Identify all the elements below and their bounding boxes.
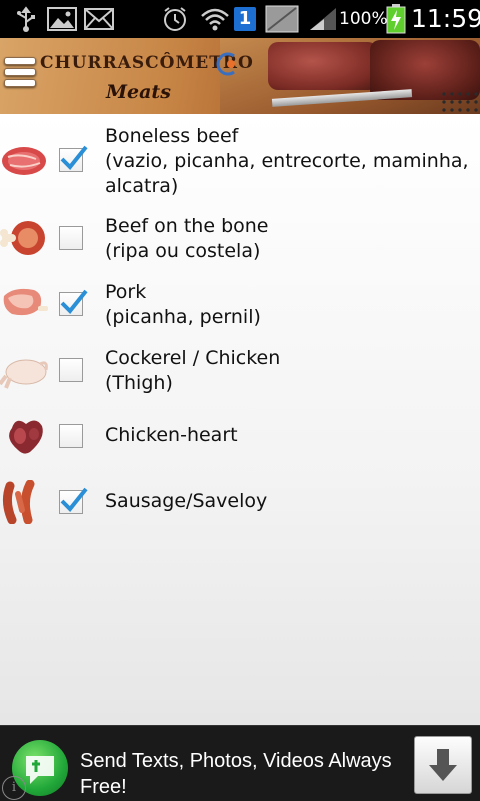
item-label: Cockerel / Chicken (Thigh) (105, 346, 280, 396)
item-detail: (vazio, picanha, entrecorte, maminha, (105, 150, 469, 172)
item-label: Boneless beef (vazio, picanha, entrecort… (105, 124, 469, 199)
mail-icon (84, 8, 114, 30)
item-label: Chicken-heart (105, 423, 238, 448)
meat-list: Boneless beef (vazio, picanha, entrecort… (0, 114, 480, 725)
list-item-boneless-beef[interactable]: Boneless beef (vazio, picanha, entrecort… (0, 124, 480, 204)
alarm-icon (164, 7, 186, 31)
app-header: CHURRASCÔMETRO Meats (0, 38, 480, 114)
beef-bone-icon (0, 221, 45, 255)
sausage-icon (2, 480, 35, 524)
ad-text[interactable]: Send Texts, Photos, Videos Always Free! (80, 748, 400, 800)
battery-percent: 100% (339, 9, 388, 29)
status-bar: 1 100% 11:59 (0, 0, 480, 38)
item-label: Pork (picanha, pernil) (105, 280, 261, 330)
clock: 11:59 (411, 4, 480, 33)
menu-button[interactable] (4, 54, 36, 88)
menu-icon-bar (4, 79, 36, 87)
usb-icon (17, 6, 35, 32)
list-item-beef-on-the-bone[interactable]: Beef on the bone (ripa ou costela) (0, 214, 480, 266)
chicken-heart-icon (9, 420, 43, 454)
checkmark-icon (60, 289, 88, 314)
item-title: Boneless beef (105, 125, 239, 147)
item-title: Beef on the bone (105, 215, 269, 237)
list-item-sausage[interactable]: Sausage/Saveloy (0, 478, 480, 530)
no-signal-icon (265, 5, 299, 33)
checkbox-pork[interactable] (59, 289, 88, 316)
wifi-icon (201, 8, 229, 31)
gallery-icon (47, 7, 77, 31)
item-detail: alcatra) (105, 175, 179, 197)
sim-icon: 1 (234, 7, 256, 31)
battery-charging-icon (386, 4, 406, 34)
beef-steak-icon (2, 147, 46, 175)
item-detail: (Thigh) (105, 372, 173, 394)
peppercorns-decoration (440, 90, 480, 114)
item-label: Sausage/Saveloy (105, 489, 267, 514)
menu-icon-bar (4, 68, 36, 76)
ad-info-icon[interactable]: i (2, 776, 26, 800)
list-item-chicken-heart[interactable]: Chicken-heart (0, 412, 480, 464)
meat-decoration (268, 42, 378, 90)
ad-banner[interactable]: Send Texts, Photos, Videos Always Free! … (0, 725, 480, 801)
checkbox-boneless-beef[interactable] (59, 145, 88, 172)
screen-title: Meats (106, 81, 171, 103)
checkbox-chicken[interactable] (59, 358, 83, 382)
list-item-pork[interactable]: Pork (picanha, pernil) (0, 280, 480, 332)
checkmark-icon (60, 145, 88, 170)
pork-icon (3, 288, 48, 316)
menu-icon (4, 57, 36, 65)
signal-icon (310, 8, 336, 30)
item-title: Chicken-heart (105, 424, 238, 446)
item-label: Beef on the bone (ripa ou costela) (105, 214, 269, 264)
download-button[interactable] (414, 736, 472, 794)
item-detail: (picanha, pernil) (105, 306, 261, 328)
list-item-chicken[interactable]: Cockerel / Chicken (Thigh) (0, 346, 480, 398)
download-arrow-icon (429, 749, 457, 781)
item-detail: (ripa ou costela) (105, 240, 261, 262)
item-title: Sausage/Saveloy (105, 490, 268, 512)
checkbox-beef-on-the-bone[interactable] (59, 226, 83, 250)
app-title-logo (216, 52, 235, 76)
checkbox-chicken-heart[interactable] (59, 424, 83, 448)
checkbox-sausage[interactable] (59, 487, 88, 514)
checkmark-icon (60, 487, 88, 512)
item-title: Pork (105, 281, 147, 303)
sim-slot-number: 1 (238, 8, 252, 29)
chicken-icon (0, 359, 48, 389)
item-title: Cockerel / Chicken (105, 347, 281, 369)
